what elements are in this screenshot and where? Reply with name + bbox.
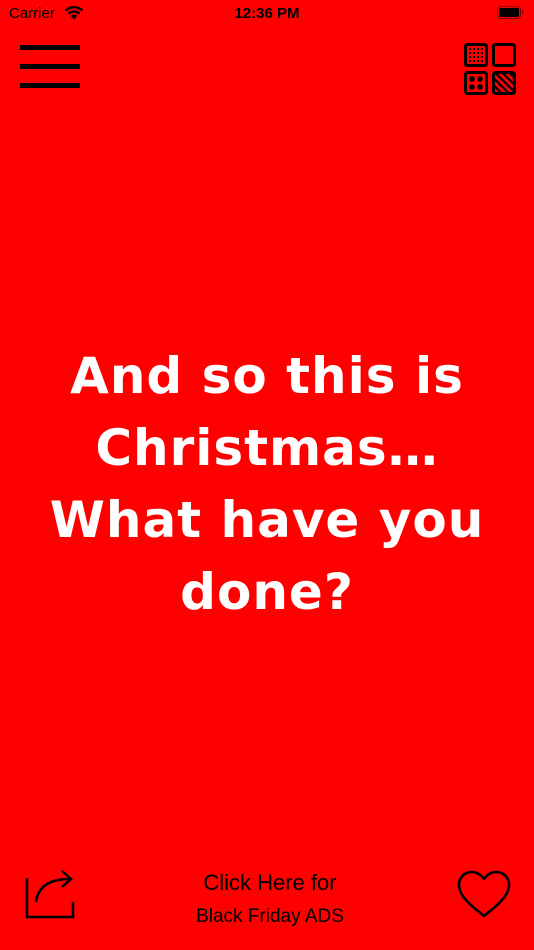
menu-bar-top <box>20 45 80 50</box>
ads-link-line1: Click Here for <box>203 870 337 895</box>
share-icon[interactable] <box>24 868 76 920</box>
quote-text: And so this is Christmas… What have you … <box>49 347 485 621</box>
status-bar: Carrier 12:36 PM <box>0 0 534 30</box>
ads-link-line2: Black Friday ADS <box>196 906 344 927</box>
menu-bar-middle <box>20 64 80 69</box>
menu-button[interactable] <box>20 45 80 89</box>
heart-icon[interactable] <box>456 870 512 920</box>
battery-icon <box>497 6 524 19</box>
menu-bar-bottom <box>20 83 80 88</box>
black-friday-ads-link[interactable]: Click Here for Black Friday ADS <box>150 868 390 932</box>
status-time: 12:36 PM <box>234 5 300 22</box>
background-patterns-grid-icon[interactable] <box>464 43 516 95</box>
